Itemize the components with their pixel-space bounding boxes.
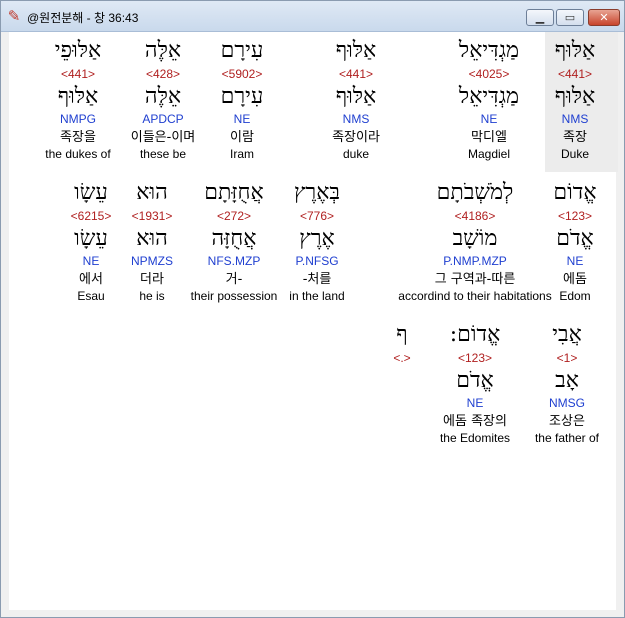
word-column[interactable]: ף <.>: [312, 322, 492, 366]
strong-number[interactable]: <.>: [393, 351, 410, 366]
parsing-code: P.NMP.MZP: [443, 254, 507, 268]
english-gloss: duke: [342, 147, 370, 161]
hebrew-word: עֵשָׂו: [74, 180, 108, 205]
strong-number[interactable]: <4186>: [455, 209, 496, 224]
maximize-icon: ▭: [564, 11, 576, 24]
parsing-code: NE: [566, 254, 584, 268]
english-gloss: the Edomites: [439, 431, 511, 445]
hebrew-word: אַלּוּפֵי: [54, 38, 102, 63]
maximize-button[interactable]: ▭: [556, 9, 584, 26]
hebrew-lemma: אֱדֹם: [456, 368, 494, 393]
app-book-icon[interactable]: ✎: [5, 7, 23, 25]
hebrew-lemma: מוֹשָׁב: [452, 226, 498, 251]
korean-gloss: 에돔: [563, 272, 587, 287]
strong-number[interactable]: <441>: [339, 67, 373, 82]
interlinear-panel: אַלּוּף <441> אַלּוּף NMS 족장 Duke מַגְדִּיאֵל <…: [9, 32, 618, 610]
word-column[interactable]: אַלּוּפֵי <441> אַלּוּף NMPG 족장을 the dukes of: [0, 38, 168, 162]
hebrew-word: אַלּוּף: [335, 38, 377, 63]
close-icon: ✕: [599, 11, 609, 24]
minimize-icon: ▁: [535, 11, 545, 24]
strong-number[interactable]: <4025>: [469, 67, 510, 82]
english-gloss: Magdiel: [467, 147, 511, 161]
english-gloss: Esau: [77, 289, 105, 303]
minimize-button[interactable]: ▁: [526, 9, 554, 26]
parsing-code: NMPG: [60, 112, 96, 126]
window-title: @원전분해 - 창 36:43: [27, 11, 139, 25]
korean-gloss: 에돔 족장의: [443, 414, 507, 429]
korean-gloss: 막디엘: [471, 130, 507, 145]
korean-gloss: 족장을: [60, 130, 96, 145]
hebrew-lemma: אַלּוּף: [57, 84, 99, 109]
hebrew-word: מַגְדִּיאֵל: [458, 38, 520, 63]
word-column[interactable]: עֵשָׂו <6215> עֵשָׂו NE 에서 Esau: [1, 180, 181, 304]
hebrew-lemma: עֵשָׂו: [74, 226, 108, 251]
parsing-code: NE: [480, 112, 498, 126]
word-column[interactable]: לְמֹשְׁבֹתָם <4186> מוֹשָׁב P.NMP.MZP 그 구역과-…: [385, 180, 565, 304]
title-bar[interactable]: ✎ @원전분해 - 창 36:43 ▁ ▭ ✕: [1, 1, 624, 32]
parsing-code: NMS: [342, 112, 370, 126]
close-button[interactable]: ✕: [588, 9, 620, 26]
app-window: ✎ @원전분해 - 창 36:43 ▁ ▭ ✕ אַלּוּף <441> אַלּ…: [0, 0, 625, 618]
parsing-code: NE: [466, 396, 484, 410]
hebrew-lemma: אַלּוּף: [335, 84, 377, 109]
korean-gloss: 족장이라: [332, 130, 380, 145]
english-gloss: the dukes of: [45, 147, 111, 161]
strong-number[interactable]: <441>: [61, 67, 95, 82]
hebrew-word: ף: [396, 322, 408, 347]
parsing-code: NE: [82, 254, 100, 268]
korean-gloss: 에서: [79, 272, 103, 287]
hebrew-word: לְמֹשְׁבֹתָם: [436, 180, 514, 205]
korean-gloss: 그 구역과-따른: [434, 272, 516, 287]
hebrew-lemma: מַגְדִּיאֵל: [458, 84, 520, 109]
english-gloss: accordind to their habitations: [398, 289, 552, 303]
strong-number[interactable]: <6215>: [71, 209, 112, 224]
